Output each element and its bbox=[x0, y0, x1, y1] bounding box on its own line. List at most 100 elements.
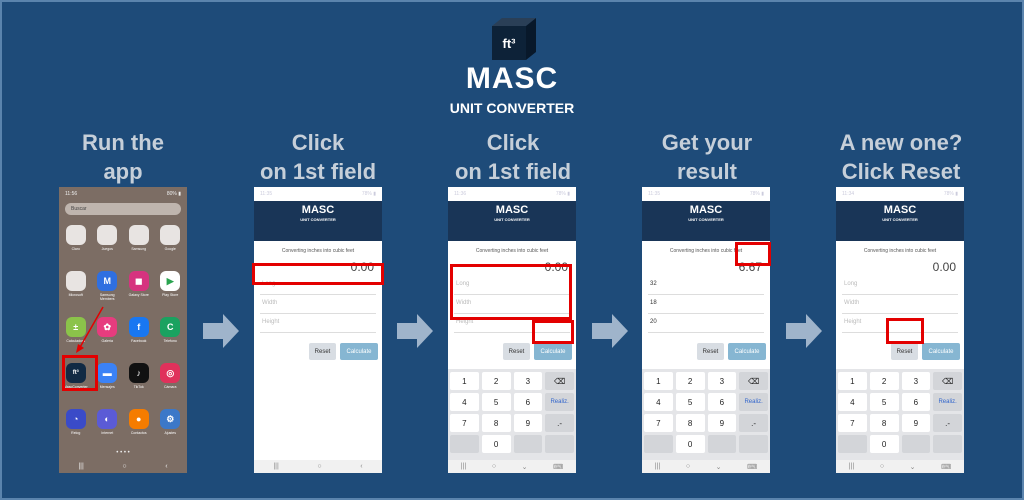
width-field[interactable]: Width bbox=[842, 295, 958, 314]
width-field[interactable]: Width bbox=[260, 295, 376, 314]
calculate-button[interactable]: Calculate bbox=[340, 343, 378, 360]
conversion-caption: Converting inches into cubic feet bbox=[863, 248, 937, 254]
brand-title: MASC bbox=[465, 62, 559, 95]
step-3-title: Click on 1st field bbox=[454, 130, 572, 184]
keypad-key[interactable]: 6 bbox=[901, 393, 931, 411]
highlight-reset-button bbox=[886, 318, 924, 344]
result-value: 0.00 bbox=[932, 260, 956, 274]
home-icon[interactable]: ○ bbox=[686, 463, 690, 470]
keypad-sign-key[interactable]: .- bbox=[933, 414, 962, 432]
nav-bar: ||| ○ ⌄ ⌨ bbox=[836, 460, 964, 473]
keyboard-icon[interactable]: ⌨ bbox=[941, 463, 951, 471]
keypad-key[interactable]: 8 bbox=[481, 414, 511, 432]
keypad-key[interactable]: 3 bbox=[513, 372, 543, 390]
numeric-keypad: 1 2 3 ⌫ 4 5 6 Realiz. 7 8 9 .- 0 bbox=[836, 369, 964, 460]
keypad-key[interactable]: 1 bbox=[644, 372, 673, 390]
long-field[interactable]: Long bbox=[842, 276, 958, 295]
keypad-key[interactable]: 0 bbox=[869, 435, 899, 453]
keypad-key[interactable]: 7 bbox=[838, 414, 867, 432]
keypad-key[interactable]: 4 bbox=[450, 393, 479, 411]
keypad-key[interactable]: 6 bbox=[707, 393, 737, 411]
keyboard-icon[interactable]: ⌨ bbox=[553, 463, 563, 471]
keypad-key[interactable]: 6 bbox=[513, 393, 543, 411]
long-field[interactable]: 32 bbox=[648, 276, 764, 295]
keypad-sign-key[interactable]: .- bbox=[739, 414, 768, 432]
calculate-button[interactable]: Calculate bbox=[534, 343, 572, 360]
keypad-key[interactable]: 1 bbox=[450, 372, 479, 390]
keypad-key[interactable]: 9 bbox=[513, 414, 543, 432]
keypad-key[interactable]: 4 bbox=[644, 393, 673, 411]
reset-button[interactable]: Reset bbox=[503, 343, 530, 360]
keyboard-icon[interactable]: ⌨ bbox=[747, 463, 757, 471]
keypad-done-key[interactable]: Realiz. bbox=[545, 393, 574, 411]
app-subtitle: UNIT CONVERTER bbox=[494, 217, 530, 222]
height-field[interactable]: Height bbox=[260, 314, 376, 333]
home-icon[interactable]: ○ bbox=[492, 463, 496, 470]
hide-keyboard-icon[interactable]: ⌄ bbox=[910, 463, 916, 471]
status-bar: 11:35 78% ▮ bbox=[260, 191, 376, 197]
app-title: MASC bbox=[301, 204, 335, 216]
recents-icon[interactable]: ||| bbox=[461, 463, 466, 470]
nav-bar: ||| ○ ⌄ ⌨ bbox=[448, 460, 576, 473]
keypad-key[interactable]: 9 bbox=[707, 414, 737, 432]
backspace-icon[interactable]: ⌫ bbox=[933, 372, 962, 390]
backspace-icon[interactable]: ⌫ bbox=[739, 372, 768, 390]
keypad-blank-key[interactable] bbox=[901, 435, 931, 453]
keypad-blank-key[interactable] bbox=[739, 435, 768, 453]
keypad-key[interactable]: 2 bbox=[869, 372, 899, 390]
keypad-key[interactable]: 0 bbox=[675, 435, 705, 453]
keypad-key[interactable]: 3 bbox=[901, 372, 931, 390]
hide-keyboard-icon[interactable]: ⌄ bbox=[522, 463, 528, 471]
keypad-key[interactable]: 2 bbox=[675, 372, 705, 390]
keypad-key[interactable]: 2 bbox=[481, 372, 511, 390]
home-icon[interactable]: ○ bbox=[317, 463, 321, 470]
backspace-icon[interactable]: ⌫ bbox=[545, 372, 574, 390]
keypad-key[interactable]: 8 bbox=[675, 414, 705, 432]
reset-button[interactable]: Reset bbox=[697, 343, 724, 360]
keypad-key[interactable]: 5 bbox=[675, 393, 705, 411]
keypad-key[interactable]: 7 bbox=[644, 414, 673, 432]
keypad-key[interactable]: 5 bbox=[869, 393, 899, 411]
recents-icon[interactable]: ||| bbox=[849, 463, 854, 470]
next-step-arrow-icon bbox=[397, 314, 433, 348]
keypad-blank-key[interactable] bbox=[513, 435, 543, 453]
keypad-blank-key[interactable] bbox=[545, 435, 574, 453]
step-2-title: Click on 1st field bbox=[259, 130, 377, 184]
keypad-key[interactable]: 1 bbox=[838, 372, 867, 390]
keypad-blank-key[interactable] bbox=[933, 435, 962, 453]
keypad-blank-key[interactable] bbox=[450, 435, 479, 453]
hide-keyboard-icon[interactable]: ⌄ bbox=[716, 463, 722, 471]
brand-subtitle: UNIT CONVERTER bbox=[449, 100, 575, 116]
reset-button[interactable]: Reset bbox=[309, 343, 336, 360]
keypad-key[interactable]: 3 bbox=[707, 372, 737, 390]
keypad-blank-key[interactable] bbox=[707, 435, 737, 453]
keypad-done-key[interactable]: Realiz. bbox=[933, 393, 962, 411]
keypad-key[interactable]: 7 bbox=[450, 414, 479, 432]
app-header: MASC UNIT CONVERTER bbox=[836, 201, 964, 241]
keypad-key[interactable]: 8 bbox=[869, 414, 899, 432]
keypad-key[interactable]: 5 bbox=[481, 393, 511, 411]
numeric-keypad: 1 2 3 ⌫ 4 5 6 Realiz. 7 8 9 .- 0 bbox=[642, 369, 770, 460]
calculate-button[interactable]: Calculate bbox=[728, 343, 766, 360]
app-title: MASC bbox=[883, 204, 917, 216]
keypad-key[interactable]: 4 bbox=[838, 393, 867, 411]
width-field[interactable]: 18 bbox=[648, 295, 764, 314]
home-icon[interactable]: ○ bbox=[880, 463, 884, 470]
recents-icon[interactable]: ||| bbox=[273, 463, 278, 470]
keypad-done-key[interactable]: Realiz. bbox=[739, 393, 768, 411]
app-title: MASC bbox=[495, 204, 529, 216]
recents-icon[interactable]: ||| bbox=[655, 463, 660, 470]
highlight-app-icon bbox=[62, 355, 98, 391]
keypad-sign-key[interactable]: .- bbox=[545, 414, 574, 432]
keypad-blank-key[interactable] bbox=[838, 435, 867, 453]
keypad-key[interactable]: 9 bbox=[901, 414, 931, 432]
height-field[interactable]: 20 bbox=[648, 314, 764, 333]
keypad-blank-key[interactable] bbox=[644, 435, 673, 453]
highlight-input-fields bbox=[450, 264, 572, 320]
back-icon[interactable]: ‹ bbox=[360, 463, 362, 470]
calculate-button[interactable]: Calculate bbox=[922, 343, 960, 360]
numeric-keypad: 1 2 3 ⌫ 4 5 6 Realiz. 7 8 9 .- 0 bbox=[448, 369, 576, 460]
status-bar: 11:34 78% ▮ bbox=[842, 191, 958, 197]
keypad-key[interactable]: 0 bbox=[481, 435, 511, 453]
reset-button[interactable]: Reset bbox=[891, 343, 918, 360]
